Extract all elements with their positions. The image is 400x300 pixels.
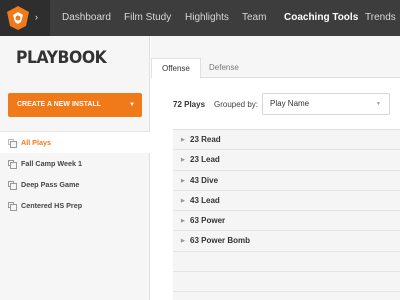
- chevron-down-icon: ▼: [376, 101, 381, 107]
- play-name: 23 Read: [190, 135, 221, 144]
- tab-bar: Offense Defense: [151, 36, 400, 79]
- play-count: 72 Plays: [173, 100, 206, 109]
- expand-arrow-icon: ▶: [181, 218, 185, 225]
- plays-list: ▶ 23 Read ▶ 23 Lead ▶ 43 Dive ▶ 43 Lead …: [173, 129, 400, 300]
- sidebar-item-label: Fall Camp Week 1: [21, 159, 82, 168]
- play-row[interactable]: ▶ 63 Power Bomb: [173, 231, 400, 252]
- sidebar-item-all-plays[interactable]: All Plays: [0, 132, 150, 153]
- play-name: 63 Power Bomb: [190, 236, 251, 246]
- play-row[interactable]: ▶ 23 Read: [173, 130, 400, 151]
- logo-menu[interactable]: ›: [0, 0, 50, 36]
- top-nav: › Dashboard Film Study Highlights Team C…: [0, 0, 400, 36]
- play-name: 43 Lead: [190, 195, 220, 205]
- expand-arrow-icon: ▶: [181, 197, 185, 204]
- sidebar-item-label: All Plays: [21, 138, 51, 147]
- play-name: 63 Power: [190, 216, 226, 226]
- nav-coaching-tools[interactable]: Coaching Tools: [284, 0, 358, 36]
- chevron-right-icon: ›: [35, 12, 38, 22]
- team-shield-logo-icon: [7, 6, 29, 30]
- group-by-value: Play Name: [270, 99, 310, 108]
- play-row[interactable]: ▶ 23 Lead: [173, 150, 400, 171]
- nav-trends[interactable]: Trends: [365, 0, 396, 36]
- nav-highlights[interactable]: Highlights: [185, 0, 229, 36]
- expand-arrow-icon: ▶: [181, 177, 185, 184]
- play-row[interactable]: ▶ 43 Dive: [173, 170, 400, 191]
- expand-arrow-icon: ▶: [181, 137, 185, 143]
- plays-panel: Offense Defense 72 Plays Grouped by: Pla…: [151, 36, 400, 300]
- play-name: 43 Dive: [190, 175, 219, 185]
- play-name: 23 Lead: [190, 155, 220, 165]
- expand-arrow-icon: ▶: [181, 238, 185, 245]
- empty-row: [173, 272, 400, 293]
- tab-offense[interactable]: Offense: [151, 58, 201, 79]
- create-install-label: CREATE A NEW INSTALL: [17, 101, 101, 108]
- grouped-by-label: Grouped by:: [214, 100, 259, 109]
- copy-icon: [8, 160, 17, 169]
- play-row[interactable]: ▶ 43 Lead: [173, 190, 400, 212]
- copy-icon: [8, 139, 17, 148]
- sidebar-item-fall-camp-week-1[interactable]: Fall Camp Week 1: [0, 153, 150, 174]
- playbook-sidebar: PLAYBOOK CREATE A NEW INSTALL ▼ All Play…: [0, 36, 150, 300]
- empty-row: [173, 251, 400, 273]
- install-list: All Plays Fall Camp Week 1 Deep Pass Gam…: [0, 131, 150, 216]
- group-by-select[interactable]: Play Name ▼: [262, 93, 390, 115]
- sidebar-item-label: Deep Pass Game: [21, 180, 80, 189]
- page-title: PLAYBOOK: [16, 48, 107, 68]
- play-row[interactable]: ▶ 63 Power: [173, 211, 400, 232]
- create-install-button[interactable]: CREATE A NEW INSTALL ▼: [8, 93, 142, 117]
- sidebar-item-deep-pass-game[interactable]: Deep Pass Game: [0, 174, 150, 195]
- tab-defense[interactable]: Defense: [199, 58, 249, 78]
- sidebar-item-centered-hs-prep[interactable]: Centered HS Prep: [0, 195, 150, 216]
- copy-icon: [8, 181, 17, 190]
- nav-team[interactable]: Team: [242, 0, 266, 36]
- empty-row: [173, 292, 400, 300]
- copy-icon: [8, 202, 17, 211]
- dropdown-arrow-icon[interactable]: ▼: [129, 93, 135, 117]
- nav-dashboard[interactable]: Dashboard: [62, 0, 111, 36]
- nav-film-study[interactable]: Film Study: [124, 0, 171, 36]
- sidebar-item-label: Centered HS Prep: [21, 201, 83, 210]
- expand-arrow-icon: ▶: [181, 157, 185, 164]
